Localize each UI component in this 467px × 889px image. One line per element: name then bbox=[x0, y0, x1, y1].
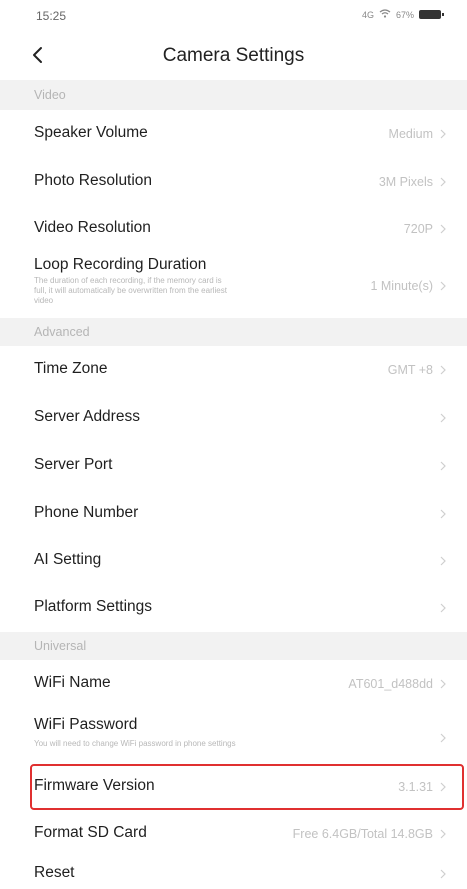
row-label: Loop Recording Duration bbox=[34, 256, 207, 273]
row-label: Photo Resolution bbox=[34, 172, 153, 189]
status-bar: 15:25 4G 67% bbox=[0, 0, 467, 30]
row-value: Medium bbox=[388, 127, 433, 141]
server-port-row[interactable]: Server Port bbox=[0, 442, 467, 490]
row-value: 1 Minute(s) bbox=[370, 279, 433, 293]
section-header-universal: Universal bbox=[0, 632, 467, 660]
chevron-right-icon bbox=[439, 508, 447, 520]
battery-icon bbox=[419, 10, 444, 19]
wifi-password-row[interactable]: WiFi Password You will need to change Wi… bbox=[0, 708, 467, 762]
chevron-right-icon bbox=[439, 223, 447, 235]
chevron-right-icon bbox=[439, 280, 447, 292]
server-address-row[interactable]: Server Address bbox=[0, 394, 467, 442]
chevron-right-icon bbox=[439, 602, 447, 614]
row-value: AT601_d488dd bbox=[348, 677, 433, 691]
row-label: AI Setting bbox=[34, 551, 102, 568]
chevron-right-icon bbox=[439, 732, 447, 744]
row-description: The duration of each recording, if the m… bbox=[34, 276, 227, 305]
chevron-right-icon bbox=[439, 176, 447, 188]
row-label: Phone Number bbox=[34, 504, 139, 521]
wifi-icon bbox=[379, 9, 391, 20]
row-label: Server Port bbox=[34, 456, 113, 473]
row-value: 720P bbox=[403, 222, 433, 236]
speaker-volume-row[interactable]: Speaker Volume Medium bbox=[0, 110, 467, 158]
loop-recording-duration-row[interactable]: Loop Recording Duration The duration of … bbox=[0, 252, 467, 318]
row-value: Free 6.4GB/Total 14.8GB bbox=[292, 827, 433, 841]
photo-resolution-row[interactable]: Photo Resolution 3M Pixels bbox=[0, 158, 467, 206]
phone-number-row[interactable]: Phone Number bbox=[0, 490, 467, 538]
chevron-right-icon bbox=[439, 828, 447, 840]
section-header-video: Video bbox=[0, 80, 467, 110]
camera-settings-screen: 15:25 4G 67% Camera Settings Video Speak… bbox=[0, 0, 467, 889]
section-header-advanced: Advanced bbox=[0, 318, 467, 346]
ai-setting-row[interactable]: AI Setting bbox=[0, 538, 467, 584]
row-value: GMT +8 bbox=[387, 363, 433, 377]
reset-row[interactable]: Reset bbox=[0, 858, 467, 889]
video-resolution-row[interactable]: Video Resolution 720P bbox=[0, 206, 467, 252]
time-zone-row[interactable]: Time Zone GMT +8 bbox=[0, 346, 467, 394]
row-label: Server Address bbox=[34, 408, 140, 425]
chevron-right-icon bbox=[439, 868, 447, 880]
chevron-right-icon bbox=[439, 364, 447, 376]
row-label: Reset bbox=[34, 864, 75, 881]
format-sd-card-row[interactable]: Format SD Card Free 6.4GB/Total 14.8GB bbox=[0, 810, 467, 858]
row-description: You will need to change WiFi password in… bbox=[34, 739, 236, 748]
row-label: WiFi Password bbox=[34, 716, 138, 733]
battery-percent: 67% bbox=[395, 9, 414, 20]
row-label: Platform Settings bbox=[34, 598, 153, 615]
row-value: 3M Pixels bbox=[378, 175, 433, 189]
status-indicators: 4G 67% bbox=[361, 9, 444, 20]
row-label: WiFi Name bbox=[34, 674, 111, 691]
chevron-right-icon bbox=[439, 460, 447, 472]
firmware-version-row[interactable]: Firmware Version 3.1.31 bbox=[0, 764, 467, 810]
row-label: Format SD Card bbox=[34, 824, 147, 841]
row-label: Video Resolution bbox=[34, 219, 151, 236]
status-time: 15:25 bbox=[36, 9, 67, 23]
chevron-right-icon bbox=[439, 128, 447, 140]
row-label: Time Zone bbox=[34, 360, 108, 377]
chevron-right-icon bbox=[439, 412, 447, 424]
chevron-right-icon bbox=[439, 781, 447, 793]
row-value: 3.1.31 bbox=[398, 780, 433, 794]
chevron-right-icon bbox=[439, 678, 447, 690]
signal-icon: 4G bbox=[361, 9, 374, 20]
row-label: Speaker Volume bbox=[34, 124, 148, 141]
page-title: Camera Settings bbox=[162, 45, 305, 66]
row-label: Firmware Version bbox=[34, 777, 155, 794]
platform-settings-row[interactable]: Platform Settings bbox=[0, 584, 467, 632]
chevron-right-icon bbox=[439, 555, 447, 567]
nav-bar: Camera Settings bbox=[0, 30, 467, 80]
wifi-name-row[interactable]: WiFi Name AT601_d488dd bbox=[0, 660, 467, 708]
